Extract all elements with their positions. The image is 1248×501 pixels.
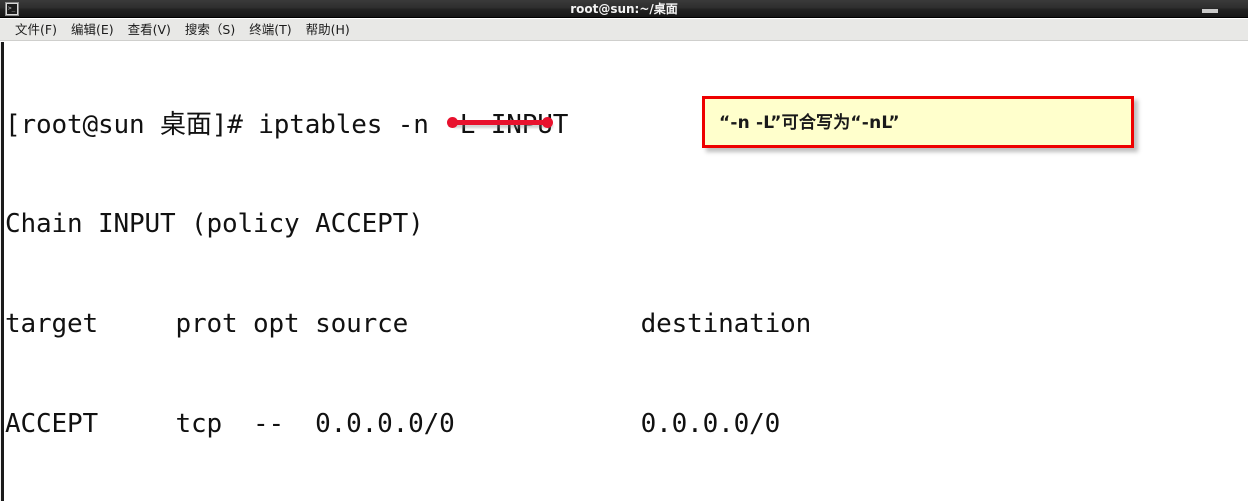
rule-row-1: ACCEPT tcp -- 0.0.0.0/0 0.0.0.0/0 <box>5 409 781 440</box>
window-title: root@sun:~/桌面 <box>570 2 678 16</box>
underline-line <box>452 120 548 125</box>
red-underline-annotation <box>447 117 553 128</box>
callout-text: “-n -L”可合写为“-nL” <box>719 113 900 133</box>
terminal-left-border <box>0 42 4 501</box>
terminal-line-column-headers: target prot opt source destination <box>5 308 1248 341</box>
menu-edit[interactable]: 编辑(E) <box>64 19 121 40</box>
menu-terminal[interactable]: 终端(T) <box>242 19 298 40</box>
terminal-line-chain-header: Chain INPUT (policy ACCEPT) <box>5 208 1248 241</box>
underline-dot-right <box>542 117 553 128</box>
minimize-button[interactable] <box>1198 0 1228 18</box>
menu-bar: 文件(F) 编辑(E) 查看(V) 搜索（S) 终端(T) 帮助(H) <box>0 19 1248 41</box>
menu-file[interactable]: 文件(F) <box>8 19 64 40</box>
terminal-output-area[interactable]: [root@sun 桌面]# iptables -n -L INPUT Chai… <box>0 42 1248 501</box>
callout-box: “-n -L”可合写为“-nL” <box>702 96 1134 148</box>
menu-view[interactable]: 查看(V) <box>121 19 178 40</box>
title-bar: >_ root@sun:~/桌面 <box>0 0 1248 18</box>
column-headers-text: target prot opt source destination <box>5 309 812 340</box>
menu-help[interactable]: 帮助(H) <box>299 19 357 40</box>
minimize-icon <box>1202 9 1218 13</box>
menu-search[interactable]: 搜索（S) <box>178 19 242 40</box>
table-row: ACCEPT tcp -- 0.0.0.0/0 0.0.0.0/0 <box>5 408 1248 441</box>
underline-dot-left <box>447 117 458 128</box>
terminal-window: >_ root@sun:~/桌面 文件(F) 编辑(E) 查看(V) 搜索（S)… <box>0 0 1248 501</box>
chain-header-text: Chain INPUT (policy ACCEPT) <box>5 209 424 240</box>
